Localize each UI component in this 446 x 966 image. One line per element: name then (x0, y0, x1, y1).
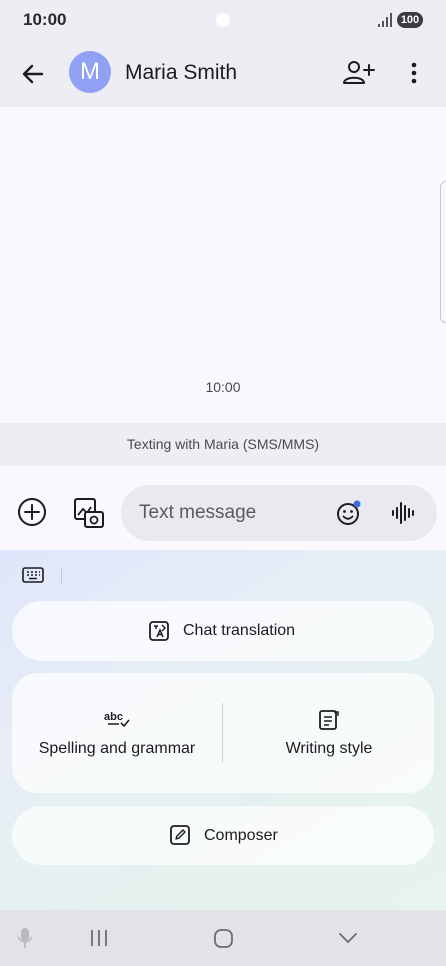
signal-icon (378, 13, 392, 27)
pencil-icon (169, 824, 191, 846)
plus-circle-icon (18, 498, 46, 526)
chevron-down-icon (339, 933, 357, 943)
voice-message-button[interactable] (390, 500, 416, 526)
home-button[interactable] (213, 928, 234, 949)
mic-icon[interactable] (16, 926, 34, 950)
contact-name[interactable]: Maria Smith (125, 61, 237, 85)
back-button[interactable] (16, 57, 50, 91)
panel-divider (61, 567, 62, 584)
spelling-grammar-label: Spelling and grammar (38, 740, 196, 757)
texting-mode-label: Texting with Maria (SMS/MMS) (126, 436, 320, 452)
gallery-icon (74, 498, 104, 528)
status-time: 10:00 (23, 10, 67, 29)
keyboard-toggle-button[interactable] (22, 566, 44, 584)
person-add-icon (343, 61, 375, 84)
message-input-placeholder[interactable]: Text message (139, 502, 256, 524)
arrow-left-icon (22, 64, 44, 84)
chat-translation-label: Chat translation (183, 622, 296, 639)
composer-label: Composer (204, 827, 278, 844)
battery-indicator: 100 (397, 12, 423, 28)
scroll-handle[interactable] (440, 181, 446, 323)
more-options-button[interactable] (400, 58, 428, 88)
translate-icon (148, 620, 170, 642)
writing-style-label: Writing style (285, 740, 373, 757)
home-icon (214, 929, 233, 948)
writing-style-icon (318, 709, 340, 731)
conversation-area[interactable] (0, 107, 446, 423)
keyboard-icon (22, 567, 44, 583)
hide-keyboard-button[interactable] (337, 928, 359, 948)
recents-button[interactable] (88, 928, 110, 948)
more-vert-icon (411, 62, 417, 84)
emoji-button[interactable] (334, 498, 364, 528)
add-attachment-button[interactable] (16, 496, 48, 528)
writing-style-button[interactable] (224, 673, 434, 793)
emoji-icon (337, 500, 361, 525)
avatar[interactable]: M (69, 51, 111, 93)
recents-icon (91, 930, 107, 946)
spelling-grammar-button[interactable] (12, 673, 222, 793)
svg-text:abc: abc (104, 711, 123, 723)
camera-cutout (216, 13, 230, 27)
add-contact-button[interactable] (340, 57, 376, 89)
spell-check-icon: abc (103, 709, 131, 731)
message-timestamp: 10:00 (205, 379, 241, 395)
gallery-button[interactable] (72, 496, 106, 530)
waveform-icon (392, 502, 414, 524)
card-divider (222, 703, 223, 763)
